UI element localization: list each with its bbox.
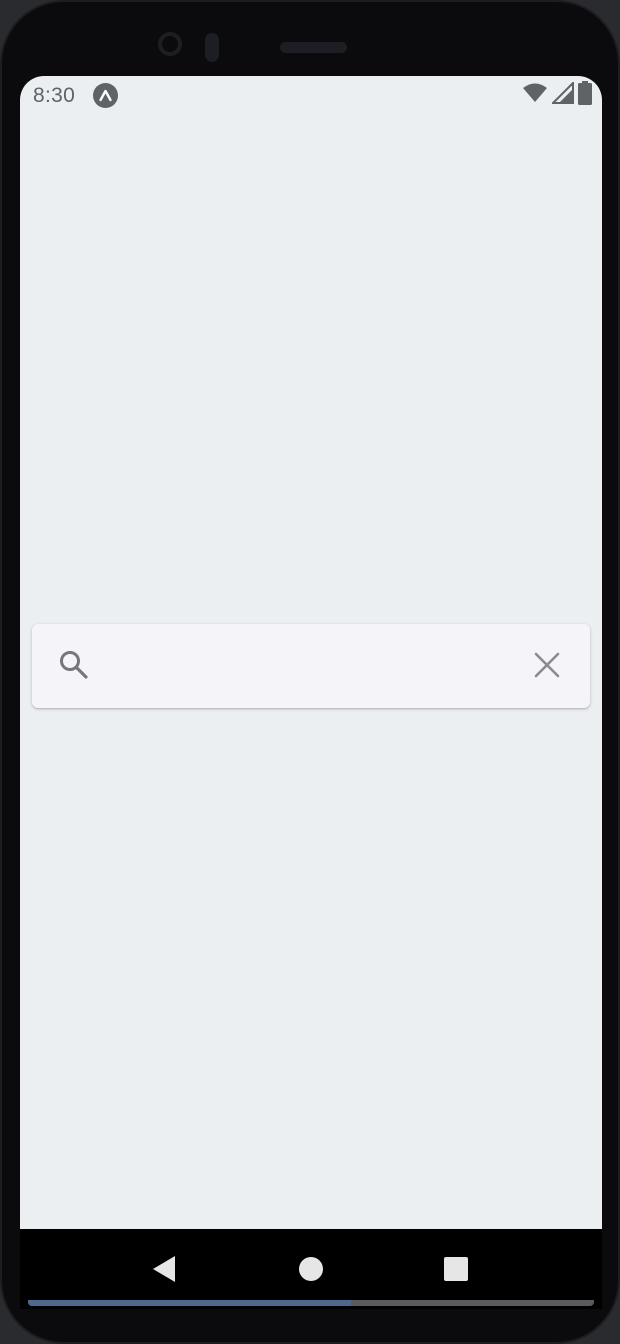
- system-nav-bar: [20, 1229, 602, 1309]
- status-time: 8:30: [33, 84, 76, 107]
- search-bar: [32, 624, 590, 708]
- recents-icon[interactable]: [440, 1253, 472, 1285]
- expo-icon: [93, 83, 118, 108]
- front-camera: [158, 32, 182, 56]
- search-icon[interactable]: [58, 649, 90, 681]
- back-icon[interactable]: [148, 1253, 180, 1285]
- search-input[interactable]: [112, 644, 516, 690]
- home-icon[interactable]: [295, 1253, 327, 1285]
- status-bar: 8:30: [20, 76, 602, 116]
- proximity-sensor: [205, 33, 219, 62]
- status-icons: [522, 80, 592, 110]
- cell-signal-icon: [550, 80, 574, 109]
- close-icon[interactable]: [530, 648, 564, 682]
- earpiece-speaker: [280, 42, 347, 53]
- battery-icon: [578, 80, 592, 110]
- gesture-progress-bar: [28, 1300, 594, 1306]
- wifi-icon: [522, 82, 548, 109]
- progress-fill: [28, 1300, 351, 1306]
- app-screen: 8:30: [20, 76, 602, 1308]
